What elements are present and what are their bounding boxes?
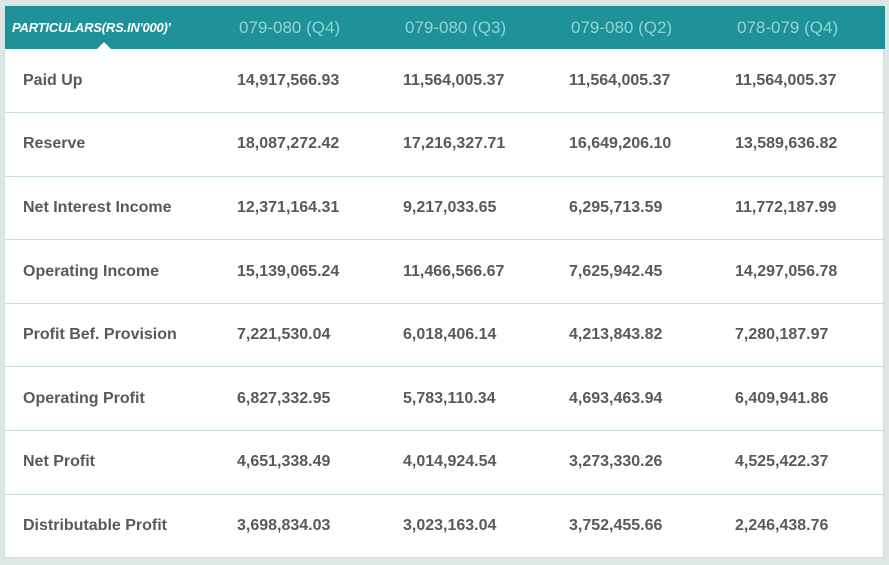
row-label: Distributable Profit — [23, 517, 168, 535]
financial-table: PARTICULARS(RS.IN'000)' 079-080 (Q4) 079… — [5, 6, 885, 558]
row-label: Operating Profit — [23, 389, 145, 407]
table-cell: 3,023,163.04 — [403, 517, 497, 535]
table-cell: 9,217,033.65 — [403, 198, 497, 216]
table-cell: 14,917,566.93 — [237, 71, 340, 89]
table-cell: 5,783,110.34 — [403, 389, 496, 407]
financial-table-container: PARTICULARS(RS.IN'000)' 079-080 (Q4) 079… — [4, 5, 885, 558]
table-cell: 7,280,187.97 — [735, 326, 829, 344]
header-period-2[interactable]: 079-080 (Q3) — [387, 6, 553, 49]
header-period-4[interactable]: 078-079 (Q4) — [719, 6, 885, 49]
table-cell: 4,693,463.94 — [569, 389, 663, 407]
table-cell: 4,651,338.49 — [237, 453, 331, 471]
row-label: Net Interest Income — [23, 198, 172, 216]
table-cell: 12,371,164.31 — [237, 198, 340, 216]
table-cell: 6,409,941.86 — [735, 389, 829, 407]
table-cell: 6,018,406.14 — [403, 326, 497, 344]
row-label: Operating Income — [23, 262, 160, 280]
table-cell: 11,564,005.37 — [569, 71, 671, 89]
table-cell: 11,564,005.37 — [403, 71, 505, 89]
table-cell: 3,273,330.26 — [569, 453, 663, 471]
table-cell: 7,625,942.45 — [569, 262, 663, 280]
row-label: Paid Up — [23, 71, 83, 89]
table-cell: 13,589,636.82 — [735, 135, 838, 153]
table-body: Paid Up 14,917,566.93 11,564,005.37 11,5… — [5, 49, 885, 558]
table-cell: 15,139,065.24 — [237, 262, 340, 280]
row-label: Reserve — [23, 135, 86, 153]
table-header: PARTICULARS(RS.IN'000)' 079-080 (Q4) 079… — [5, 6, 885, 49]
table-row: Net Interest Income 12,371,164.31 9,217,… — [5, 176, 885, 240]
table-cell: 2,246,438.76 — [735, 517, 829, 535]
table-row: Distributable Profit 3,698,834.03 3,023,… — [5, 494, 885, 558]
table-cell: 11,772,187.99 — [735, 198, 837, 216]
table-cell: 3,752,455.66 — [569, 517, 663, 535]
header-period-3[interactable]: 079-080 (Q2) — [553, 6, 719, 49]
table-cell: 4,014,924.54 — [403, 453, 497, 471]
table-cell: 18,087,272.42 — [237, 135, 340, 153]
table-row: Operating Income 15,139,065.24 11,466,56… — [5, 240, 885, 304]
table-cell: 6,295,713.59 — [569, 198, 663, 216]
table-cell: 4,213,843.82 — [569, 326, 663, 344]
header-period-1[interactable]: 079-080 (Q4) — [221, 6, 387, 49]
header-particulars: PARTICULARS(RS.IN'000)' — [5, 6, 221, 49]
header-row: PARTICULARS(RS.IN'000)' 079-080 (Q4) 079… — [5, 6, 885, 49]
table-cell: 4,525,422.37 — [735, 453, 829, 471]
table-cell: 11,564,005.37 — [735, 71, 837, 89]
table-row: Profit Bef. Provision 7,221,530.04 6,018… — [5, 303, 885, 367]
table-cell: 17,216,327.71 — [403, 135, 506, 153]
table-row: Paid Up 14,917,566.93 11,564,005.37 11,5… — [5, 49, 885, 113]
table-cell: 11,466,566.67 — [403, 262, 505, 280]
table-row: Operating Profit 6,827,332.95 5,783,110.… — [5, 367, 885, 431]
table-row: Net Profit 4,651,338.49 4,014,924.54 3,2… — [5, 431, 885, 495]
table-cell: 14,297,056.78 — [735, 262, 838, 280]
table-row: Reserve 18,087,272.42 17,216,327.71 16,6… — [5, 113, 885, 177]
table-cell: 3,698,834.03 — [237, 517, 331, 535]
row-label: Profit Bef. Provision — [23, 326, 177, 344]
table-cell: 7,221,530.04 — [237, 326, 331, 344]
table-cell: 16,649,206.10 — [569, 135, 672, 153]
table-cell: 6,827,332.95 — [237, 389, 331, 407]
row-label: Net Profit — [23, 453, 95, 471]
